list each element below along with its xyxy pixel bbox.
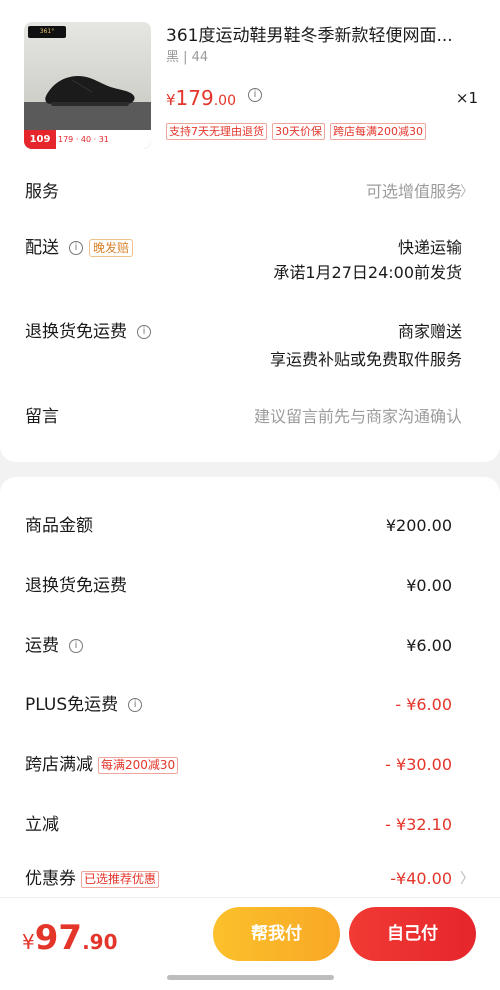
delivery-method[interactable]: 快递运输 (398, 236, 462, 260)
message-label: 留言 (25, 407, 59, 427)
cross-store-value: - ¥30.00 (385, 755, 452, 774)
goods-amount-label: 商品金额 (25, 516, 93, 536)
cross-store-tag: 每满200减30 (98, 756, 179, 774)
cross-store-label: 跨店满减 每满200减30 (25, 753, 179, 777)
home-indicator[interactable] (167, 975, 334, 980)
return-shipping-detail: 享运费补贴或免费取件服务 (269, 350, 462, 369)
plus-free-label: PLUS免运费 i (25, 693, 143, 717)
pay-myself-button[interactable]: 自己付 (349, 907, 476, 961)
product-title[interactable]: 361度运动鞋男鞋冬季新款轻便网面... (166, 24, 478, 48)
shoe-image (45, 76, 135, 106)
instant-discount-value: - ¥32.10 (385, 815, 452, 834)
coupon-tag: 已选推荐优惠 (81, 870, 160, 888)
product-tags: 支持7天无理由退货 30天价保 跨店每满200减30 (166, 123, 426, 140)
product-price: ¥179.00 (166, 86, 236, 110)
service-value[interactable]: 可选增值服务 (366, 180, 462, 204)
return-shipping-value: 商家赠送 (397, 322, 462, 341)
instant-discount-label: 立减 (25, 815, 59, 835)
product-quantity: ×1 (455, 89, 478, 107)
brand-logo: 361° (28, 26, 66, 38)
shipping-fee-label: 运费 i (25, 634, 83, 658)
help-me-pay-button[interactable]: 帮我付 (213, 907, 340, 961)
tag-cross-store: 跨店每满200减30 (330, 123, 426, 140)
shipping-fee-value: ¥6.00 (406, 636, 452, 655)
chevron-right-icon[interactable]: 〉 (460, 867, 474, 891)
info-icon[interactable]: i (128, 698, 143, 712)
info-icon[interactable]: i (69, 241, 83, 255)
delivery-promise: 承诺1月27日24:00前发货 (273, 263, 462, 282)
coupon-label[interactable]: 优惠券 已选推荐优惠 (25, 867, 160, 891)
goods-amount-value: ¥200.00 (385, 516, 452, 535)
info-icon[interactable]: i (248, 88, 262, 102)
thumb-promo-strip: 109 179 · 40 · 31 (24, 130, 151, 149)
product-thumbnail[interactable]: 361° 109 179 · 40 · 31 (24, 22, 151, 149)
return-free-label: 退换货免运费 (25, 576, 127, 596)
tag-return-7days: 支持7天无理由退货 (166, 123, 267, 140)
info-icon[interactable]: i (69, 639, 83, 653)
product-spec[interactable]: 黑 | 44 (166, 48, 208, 68)
info-icon[interactable]: i (137, 325, 151, 339)
plus-free-value: - ¥6.00 (395, 695, 452, 714)
coupon-value[interactable]: -¥40.00 (390, 867, 452, 891)
return-free-value: ¥0.00 (406, 576, 452, 595)
return-shipping-label: 退换货免运费 i (25, 320, 151, 344)
service-label: 服务 (25, 182, 59, 202)
tag-price-protect: 30天价保 (272, 123, 325, 140)
delivery-label: 配送 i 晚发赔 (25, 236, 134, 260)
total-price: ¥97.90 (22, 918, 118, 958)
late-compensation-badge: 晚发赔 (89, 239, 134, 257)
chevron-right-icon[interactable]: 〉 (460, 180, 474, 204)
message-input[interactable]: 建议留言前先与商家沟通确认 (254, 405, 462, 429)
